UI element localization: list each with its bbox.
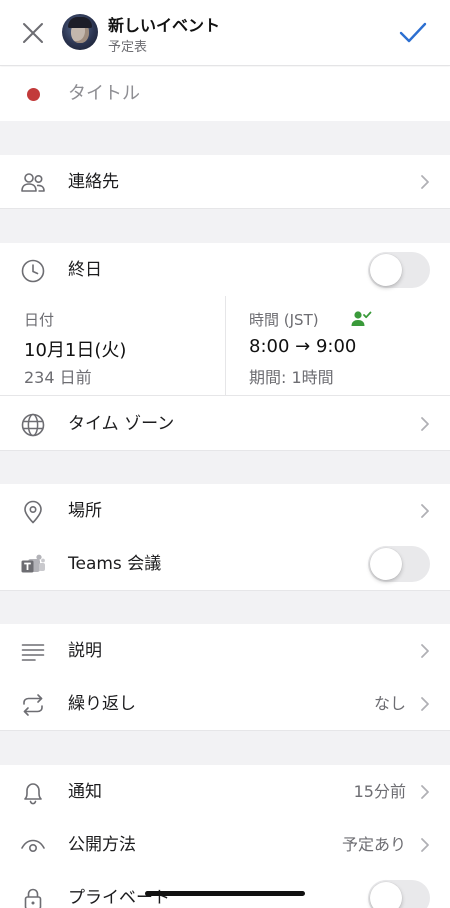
bell-icon [24, 783, 42, 805]
repeat-label: 繰り返し [68, 694, 136, 714]
chevron-right-icon [421, 785, 429, 799]
contacts-row[interactable]: 連絡先 [0, 155, 450, 209]
toggle-knob [370, 254, 402, 286]
section-gap [0, 451, 450, 484]
date-label: 日付 [24, 311, 55, 329]
private-label: プライベート [68, 888, 170, 908]
teams-meeting-row: Teams 会議 [0, 537, 450, 591]
date-value[interactable]: 10月1日(火) [24, 336, 126, 362]
timezone-label: タイム ゾーン [68, 414, 175, 434]
section-gap [0, 591, 450, 624]
chevron-right-icon [421, 417, 429, 431]
chevron-right-icon [421, 697, 429, 711]
all-day-toggle[interactable] [368, 252, 430, 288]
timezone-row[interactable]: タイム ゾーン [0, 397, 450, 451]
chevron-right-icon [421, 644, 429, 658]
contacts-label: 連絡先 [68, 172, 119, 192]
notification-row[interactable]: 通知 15分前 [0, 765, 450, 819]
lock-icon [24, 888, 42, 908]
description-label: 説明 [68, 641, 102, 661]
repeat-value: なし [373, 694, 406, 713]
eye-icon [21, 839, 45, 853]
teams-meeting-toggle[interactable] [368, 546, 430, 582]
repeat-icon [23, 694, 43, 716]
section-gap [0, 209, 450, 243]
repeat-row[interactable]: 繰り返し なし [0, 677, 450, 731]
calendar-name[interactable]: 予定表 [108, 36, 147, 55]
notification-label: 通知 [68, 782, 102, 802]
checkmark-icon[interactable] [398, 20, 428, 46]
globe-icon [21, 413, 45, 437]
close-icon[interactable] [20, 20, 46, 46]
text-lines-icon [21, 644, 45, 661]
availability-icon [351, 311, 372, 326]
toggle-knob [370, 882, 402, 908]
description-row[interactable]: 説明 [0, 624, 450, 678]
teams-meeting-label: Teams 会議 [68, 554, 162, 574]
chevron-right-icon [421, 838, 429, 852]
visibility-row[interactable]: 公開方法 予定あり [0, 818, 450, 872]
top-bar: 新しいイベント 予定表 [0, 0, 450, 66]
calendar-color-dot[interactable] [27, 88, 40, 101]
page-title: 新しいイベント [108, 16, 221, 35]
time-value[interactable]: 8:00 → 9:00 [249, 336, 356, 357]
clock-icon [21, 259, 45, 283]
all-day-row: 終日 [0, 243, 450, 297]
title-input[interactable]: タイトル [68, 67, 140, 121]
all-day-label: 終日 [68, 260, 102, 280]
date-time-divider [225, 296, 226, 396]
time-label: 時間 (JST) [249, 311, 319, 329]
section-gap [0, 121, 450, 155]
private-toggle[interactable] [368, 880, 430, 908]
visibility-value: 予定あり [341, 835, 406, 854]
notification-value: 15分前 [353, 782, 406, 801]
time-duration: 期間: 1時間 [249, 368, 334, 387]
location-pin-icon [24, 500, 42, 524]
chevron-right-icon [421, 175, 429, 189]
location-label: 場所 [68, 501, 102, 521]
teams-icon [21, 554, 45, 573]
private-row: プライベート [0, 871, 450, 908]
avatar[interactable] [62, 14, 98, 50]
date-relative: 234 日前 [24, 368, 92, 387]
section-gap [0, 731, 450, 765]
visibility-label: 公開方法 [68, 835, 136, 855]
toggle-knob [370, 548, 402, 580]
home-indicator[interactable] [145, 891, 305, 896]
location-row[interactable]: 場所 [0, 484, 450, 538]
chevron-right-icon [421, 504, 429, 518]
people-icon [21, 173, 45, 192]
